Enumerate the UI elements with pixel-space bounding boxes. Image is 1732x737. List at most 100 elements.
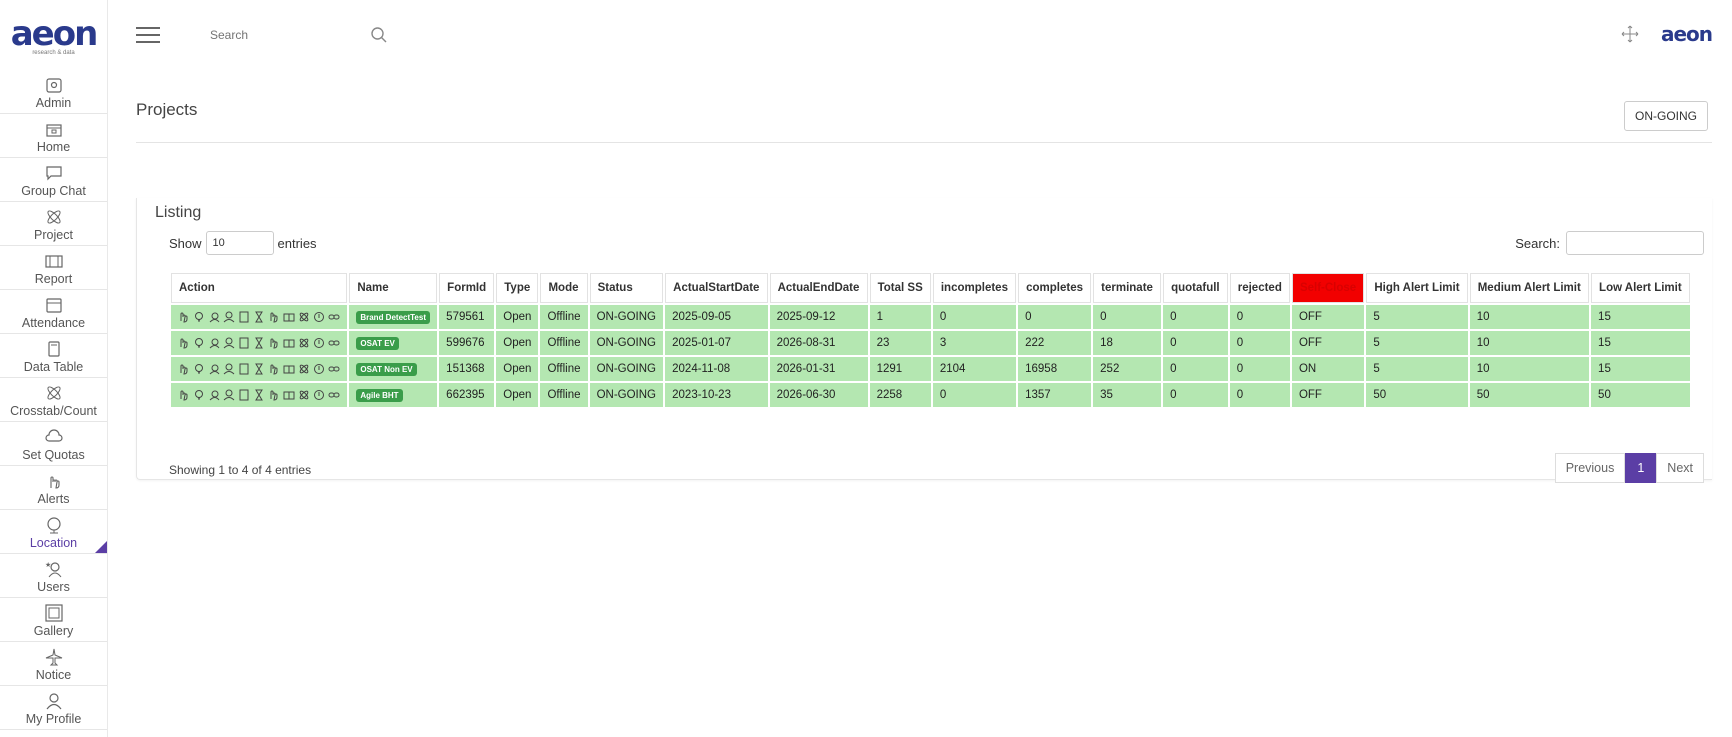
entries-select[interactable]: 10 <box>205 231 274 255</box>
sidebar-item-home[interactable]: Home <box>0 114 107 158</box>
column-header[interactable]: Low Alert Limit <box>1591 273 1690 303</box>
column-header[interactable]: ActualEndDate <box>769 273 868 303</box>
book-icon[interactable] <box>283 337 295 349</box>
link-icon[interactable] <box>328 337 340 349</box>
sidebar-item-location[interactable]: Location <box>0 510 107 554</box>
user-star-icon[interactable] <box>208 363 220 375</box>
doc-icon[interactable] <box>238 363 250 375</box>
user-icon[interactable] <box>223 337 235 349</box>
hourglass-icon[interactable] <box>253 389 265 401</box>
next-page-button[interactable]: Next <box>1656 453 1704 483</box>
hand-icon[interactable] <box>268 389 280 401</box>
link-icon[interactable] <box>328 389 340 401</box>
link-icon[interactable] <box>328 363 340 375</box>
book-icon[interactable] <box>283 389 295 401</box>
column-header[interactable]: terminate <box>1093 273 1162 303</box>
column-header[interactable]: Name <box>349 273 438 303</box>
sidebar-item-gallery[interactable]: Gallery <box>0 598 107 642</box>
status-filter-button[interactable]: ON-GOING <box>1624 101 1708 131</box>
hand-icon[interactable] <box>178 311 190 323</box>
column-header[interactable]: incompletes <box>932 273 1017 303</box>
action-cell <box>171 357 348 381</box>
doc-icon[interactable] <box>238 337 250 349</box>
project-name-badge[interactable]: Agile BHT <box>356 389 403 402</box>
entries-length-control: Show 10 entries <box>169 231 317 255</box>
user-star-icon[interactable] <box>208 389 220 401</box>
bulb-icon[interactable] <box>193 389 205 401</box>
global-search-input[interactable] <box>210 28 370 42</box>
menu-toggle-icon[interactable] <box>136 27 160 43</box>
sidebar-item-users[interactable]: ★ Users <box>0 554 107 598</box>
fullscreen-icon[interactable] <box>1621 25 1639 43</box>
hand-icon[interactable] <box>268 311 280 323</box>
sidebar-item-notice[interactable]: Notice <box>0 642 107 686</box>
brand-logo[interactable]: aeon research & data <box>0 0 107 70</box>
hourglass-icon[interactable] <box>253 363 265 375</box>
table-search-input[interactable] <box>1566 231 1704 255</box>
completes-cell: 16958 <box>1018 357 1092 381</box>
book-icon[interactable] <box>283 311 295 323</box>
bulb-icon[interactable] <box>193 337 205 349</box>
bulb-icon[interactable] <box>193 311 205 323</box>
sidebar-item-crosstab-count[interactable]: Crosstab/Count <box>0 378 107 422</box>
terminate-cell: 0 <box>1093 305 1162 329</box>
circle-icon[interactable] <box>313 311 325 323</box>
search-icon[interactable] <box>370 26 388 44</box>
sidebar-item-my-profile[interactable]: My Profile <box>0 686 107 730</box>
completes-cell: 0 <box>1018 305 1092 329</box>
user-avatar-logo[interactable]: aeon <box>1661 22 1713 46</box>
circle-icon[interactable] <box>313 337 325 349</box>
column-header[interactable]: Total SS <box>869 273 931 303</box>
project-name-badge[interactable]: OSAT Non EV <box>356 363 417 376</box>
project-name-badge[interactable]: Brand DetectTest <box>356 311 430 324</box>
user-icon[interactable] <box>223 311 235 323</box>
circle-icon[interactable] <box>313 389 325 401</box>
link-icon[interactable] <box>328 311 340 323</box>
doc-icon[interactable] <box>238 311 250 323</box>
column-header[interactable]: quotafull <box>1163 273 1228 303</box>
column-header[interactable]: Action <box>171 273 348 303</box>
previous-page-button[interactable]: Previous <box>1554 453 1626 483</box>
project-name-badge[interactable]: OSAT EV <box>356 337 399 350</box>
sidebar-item-group-chat[interactable]: Group Chat <box>0 158 107 202</box>
doc-icon[interactable] <box>238 389 250 401</box>
user-icon[interactable] <box>223 389 235 401</box>
column-header[interactable]: ActualStartDate <box>665 273 768 303</box>
column-header[interactable]: High Alert Limit <box>1366 273 1468 303</box>
column-header[interactable]: rejected <box>1229 273 1290 303</box>
column-header[interactable]: Type <box>496 273 539 303</box>
atom-icon[interactable] <box>298 337 310 349</box>
user-icon[interactable] <box>223 363 235 375</box>
page-1-button[interactable]: 1 <box>1625 453 1657 483</box>
sidebar-item-attendance[interactable]: Attendance <box>0 290 107 334</box>
hand-icon[interactable] <box>178 363 190 375</box>
atom-icon[interactable] <box>298 389 310 401</box>
sidebar-item-admin[interactable]: Admin <box>0 70 107 114</box>
column-header[interactable]: Medium Alert Limit <box>1469 273 1590 303</box>
user-star-icon[interactable] <box>208 337 220 349</box>
book-icon[interactable] <box>283 363 295 375</box>
column-header[interactable]: Mode <box>540 273 588 303</box>
column-header[interactable]: FormId <box>439 273 495 303</box>
project-icon <box>44 207 64 227</box>
column-header[interactable]: completes <box>1018 273 1092 303</box>
sidebar-item-alerts[interactable]: Alerts <box>0 466 107 510</box>
sidebar-item-data-table[interactable]: Data Table <box>0 334 107 378</box>
user-star-icon[interactable] <box>208 311 220 323</box>
hand-icon[interactable] <box>268 337 280 349</box>
hand-icon[interactable] <box>268 363 280 375</box>
column-header[interactable]: Status <box>589 273 664 303</box>
bulb-icon[interactable] <box>193 363 205 375</box>
sidebar-item-report[interactable]: Report <box>0 246 107 290</box>
atom-icon[interactable] <box>298 311 310 323</box>
hourglass-icon[interactable] <box>253 311 265 323</box>
sidebar-item-project[interactable]: Project <box>0 202 107 246</box>
column-header[interactable]: Self-Close <box>1291 273 1365 303</box>
hand-icon[interactable] <box>178 337 190 349</box>
sidebar-item-set-quotas[interactable]: Set Quotas <box>0 422 107 466</box>
end-cell: 2026-01-31 <box>769 357 868 381</box>
atom-icon[interactable] <box>298 363 310 375</box>
circle-icon[interactable] <box>313 363 325 375</box>
hand-icon[interactable] <box>178 389 190 401</box>
hourglass-icon[interactable] <box>253 337 265 349</box>
